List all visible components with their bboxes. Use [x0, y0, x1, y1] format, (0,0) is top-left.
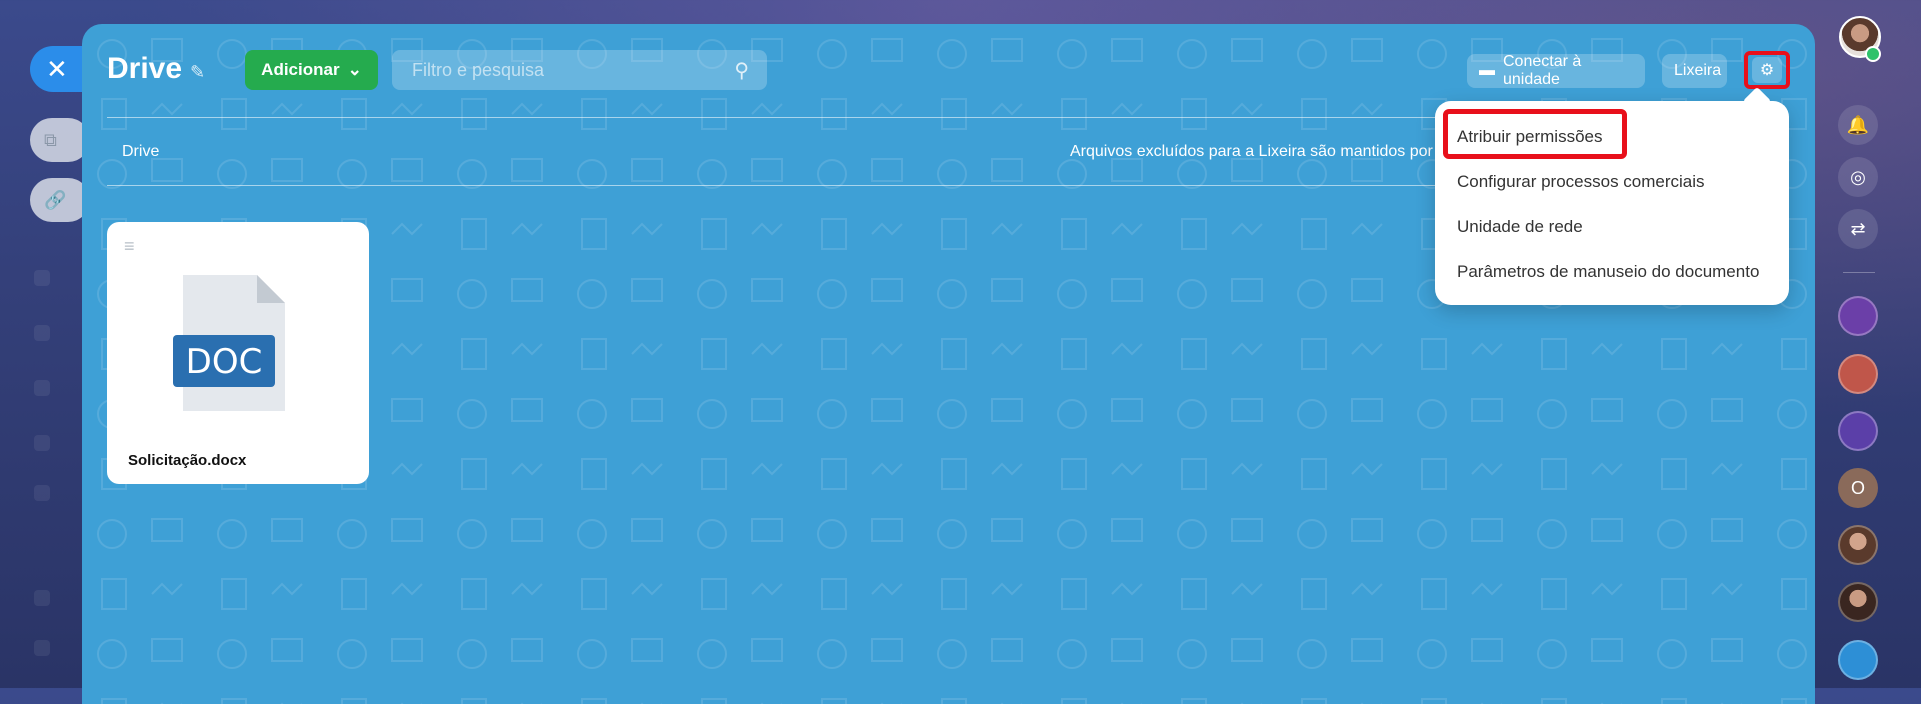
external-link-icon: ⧉: [44, 129, 57, 150]
open-external-button[interactable]: ⧉: [30, 118, 90, 162]
ghost-icon: [34, 435, 50, 451]
trash-notice: Arquivos excluídos para a Lixeira são ma…: [1070, 143, 1433, 160]
gear-icon: ⚙: [1759, 62, 1775, 79]
menu-item-business-processes[interactable]: Configurar processos comerciais: [1457, 172, 1705, 192]
letter-avatar-label: O: [1850, 477, 1865, 498]
page-title: Drive: [107, 52, 183, 85]
sync-icon[interactable]: ⇄: [1838, 209, 1878, 249]
divider: [107, 117, 1467, 118]
divider: [107, 185, 1467, 186]
svg-text:DOC: DOC: [186, 342, 263, 382]
chat-avatar[interactable]: [1838, 296, 1878, 336]
trash-label: Lixeira: [1674, 62, 1722, 79]
trash-button[interactable]: Lixeira: [1662, 54, 1727, 88]
rail-divider: [1843, 272, 1875, 273]
ghost-icon: [34, 590, 50, 606]
search-box: ⚲: [392, 50, 767, 90]
user-avatar[interactable]: [1838, 525, 1878, 565]
add-button-label: Adicionar: [261, 60, 340, 79]
user-avatar[interactable]: [1838, 582, 1878, 622]
drive-icon: ▬: [1479, 62, 1495, 79]
menu-item-document-params[interactable]: Parâmetros de manuseio do documento: [1457, 262, 1759, 282]
pin-icon[interactable]: ✎: [190, 62, 205, 83]
left-strip: [0, 0, 82, 688]
connect-drive-label: Conectar à unidade: [1503, 53, 1582, 88]
group-avatar[interactable]: [1838, 354, 1878, 394]
doc-file-icon: DOC: [173, 275, 285, 411]
settings-button[interactable]: ⚙: [1752, 57, 1782, 83]
copy-link-button[interactable]: 🔗: [30, 178, 90, 222]
ghost-icon: [34, 380, 50, 396]
copilot-icon[interactable]: ◎: [1838, 157, 1878, 197]
file-name: Solicitação.docx: [128, 452, 247, 469]
chat-avatar[interactable]: [1838, 411, 1878, 451]
online-status-icon: [1865, 46, 1881, 62]
file-card[interactable]: ≡ DOC Solicitação.docx: [107, 222, 369, 484]
bell-icon[interactable]: 🔔: [1838, 105, 1878, 145]
search-icon[interactable]: ⚲: [734, 58, 749, 83]
add-button[interactable]: Adicionar ⌄: [245, 50, 378, 90]
settings-highlight: ⚙: [1744, 51, 1790, 89]
menu-item-network-drive[interactable]: Unidade de rede: [1457, 217, 1583, 237]
chat-avatar[interactable]: [1838, 640, 1878, 680]
ghost-icon: [34, 270, 50, 286]
close-icon: ✕: [46, 53, 68, 84]
menu-item-assign-permissions[interactable]: Atribuir permissões: [1457, 127, 1603, 147]
ghost-icon: [34, 640, 50, 656]
search-input[interactable]: [410, 58, 735, 82]
breadcrumb[interactable]: Drive: [122, 143, 159, 161]
settings-menu: Atribuir permissões Configurar processos…: [1435, 101, 1789, 305]
connect-drive-button[interactable]: ▬ Conectar à unidade: [1467, 53, 1645, 88]
letter-avatar[interactable]: O: [1838, 468, 1878, 508]
ghost-icon: [34, 325, 50, 341]
chevron-down-icon: ⌄: [347, 60, 362, 79]
ghost-icon: [34, 485, 50, 501]
link-icon: 🔗: [44, 189, 67, 210]
menu-icon[interactable]: ≡: [124, 236, 135, 257]
